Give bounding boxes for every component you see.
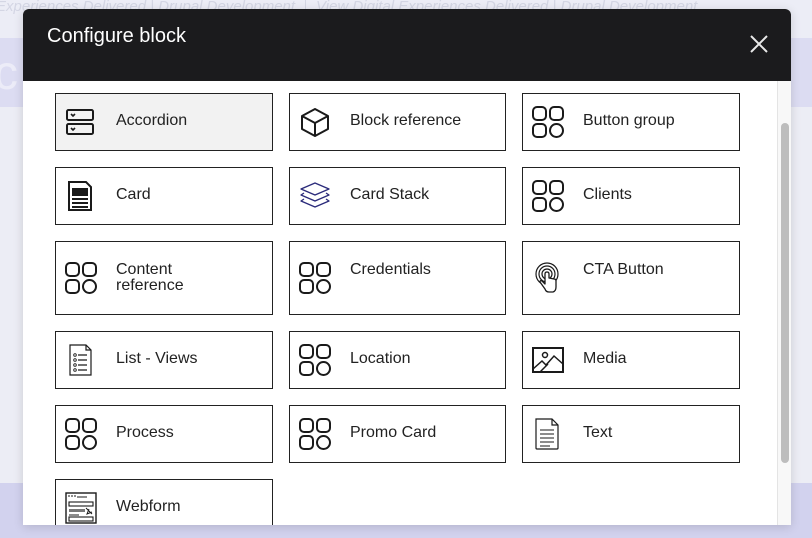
block-label: Button group: [583, 112, 675, 129]
block-label: Block reference: [350, 112, 462, 129]
accordion-icon: [66, 109, 94, 135]
block-tile-button-group[interactable]: Button group: [522, 93, 740, 151]
image-icon: [532, 347, 564, 373]
block-label: List - Views: [116, 350, 198, 367]
webform-icon: [65, 492, 97, 524]
block-tile-card[interactable]: Card: [55, 167, 273, 225]
block-label: CTA Button: [583, 261, 664, 278]
grid-shapes-icon: [532, 180, 564, 212]
block-tile-webform[interactable]: Webform: [55, 479, 273, 525]
block-label: Clients: [583, 186, 632, 203]
layers-icon: [300, 182, 330, 208]
block-tile-text[interactable]: Text: [522, 405, 740, 463]
block-tile-clients[interactable]: Clients: [522, 167, 740, 225]
close-icon: [750, 35, 768, 53]
block-label: Process: [116, 424, 174, 441]
block-label: Accordion: [116, 112, 188, 129]
configure-block-dialog: Configure block Accordion Block referenc…: [23, 9, 791, 525]
block-tile-list-views[interactable]: List - Views: [55, 331, 273, 389]
block-label: Location: [350, 350, 411, 367]
block-label: Content reference: [116, 261, 184, 294]
touch-tap-icon: [535, 262, 559, 293]
block-tile-credentials[interactable]: Credentials: [289, 241, 506, 315]
dialog-body: Accordion Block reference Button group C…: [23, 81, 777, 525]
scrollbar-thumb[interactable]: [781, 123, 789, 463]
block-tile-location[interactable]: Location: [289, 331, 506, 389]
block-label: Promo Card: [350, 424, 437, 441]
block-label: Card Stack: [350, 186, 430, 203]
grid-shapes-icon: [299, 344, 331, 376]
grid-shapes-icon: [65, 418, 97, 450]
block-tile-card-stack[interactable]: Card Stack: [289, 167, 506, 225]
card-document-icon: [68, 181, 92, 211]
block-tile-promo-card[interactable]: Promo Card: [289, 405, 506, 463]
dialog-scrollbar[interactable]: [777, 81, 791, 525]
list-document-icon: [69, 344, 92, 376]
block-tile-block-reference[interactable]: Block reference: [289, 93, 506, 151]
block-label: Text: [583, 424, 613, 441]
block-tile-content-reference[interactable]: Content reference: [55, 241, 273, 315]
block-tile-cta-button[interactable]: CTA Button: [522, 241, 740, 315]
block-tile-accordion[interactable]: Accordion: [55, 93, 273, 151]
dialog-header: Configure block: [23, 9, 791, 81]
grid-shapes-icon: [299, 262, 331, 294]
grid-shapes-icon: [65, 262, 97, 294]
block-label: Media: [583, 350, 627, 367]
text-document-icon: [535, 418, 559, 450]
dialog-title: Configure block: [47, 25, 186, 47]
block-grid: Accordion Block reference Button group C…: [55, 93, 740, 525]
close-button[interactable]: [749, 34, 769, 54]
cube-icon: [301, 108, 329, 137]
block-label: Webform: [116, 498, 181, 515]
block-tile-media[interactable]: Media: [522, 331, 740, 389]
block-tile-process[interactable]: Process: [55, 405, 273, 463]
grid-shapes-icon: [532, 106, 564, 138]
block-label: Credentials: [350, 261, 431, 278]
grid-shapes-icon: [299, 418, 331, 450]
block-label: Card: [116, 186, 151, 203]
